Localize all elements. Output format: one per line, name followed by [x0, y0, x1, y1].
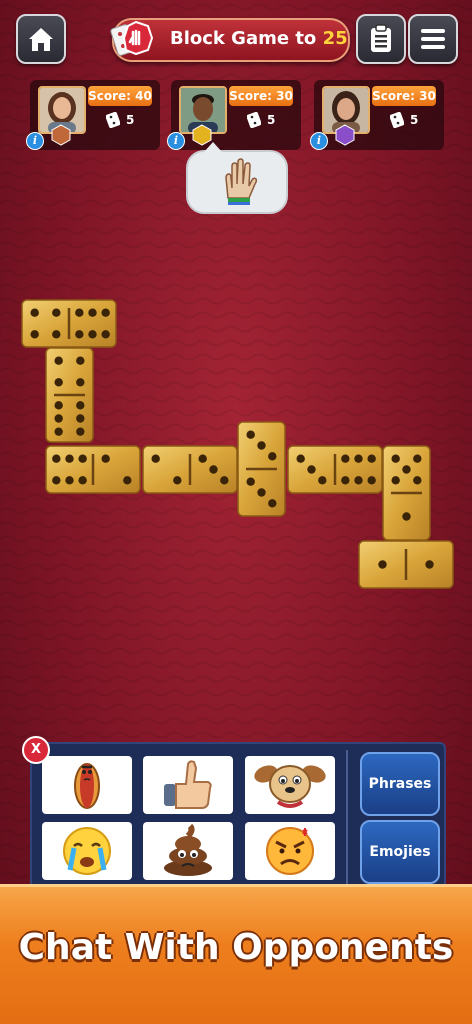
domino-pip: [88, 330, 97, 339]
domino-tile: [287, 445, 383, 494]
domino-pip: [341, 476, 350, 485]
domino-tile: [45, 445, 141, 494]
domino-pip: [413, 476, 422, 485]
domino-pip: [52, 454, 61, 463]
domino-pip: [367, 454, 376, 463]
promo-banner: Chat With Opponents: [0, 884, 472, 1024]
emojies-button[interactable]: Emojies: [360, 820, 440, 884]
domino-pip: [220, 476, 229, 485]
domino-pip: [268, 499, 277, 508]
emoji-dog[interactable]: [245, 756, 335, 814]
domino-pip: [307, 465, 316, 474]
domino-pip: [367, 476, 376, 485]
domino-pip: [76, 378, 85, 387]
domino-pip: [52, 476, 61, 485]
domino-pip: [425, 560, 434, 569]
close-chat-button[interactable]: X: [22, 736, 50, 764]
domino-pip: [391, 454, 400, 463]
domino-pip: [413, 454, 422, 463]
poop-face-icon: [164, 824, 212, 876]
domino-tile: [21, 299, 117, 348]
domino-pip: [75, 330, 84, 339]
domino-tile: [45, 347, 94, 443]
domino-pip: [257, 441, 266, 450]
domino-pip: [209, 465, 218, 474]
domino-pip: [198, 454, 207, 463]
panel-divider: [346, 750, 348, 886]
domino-pip: [76, 401, 85, 410]
domino-pip: [391, 476, 400, 485]
domino-pip: [65, 476, 74, 485]
domino-pip: [75, 308, 84, 317]
crying-dog-sticker-icon: [254, 765, 326, 808]
domino-pip: [78, 454, 87, 463]
domino-pip: [65, 454, 74, 463]
domino-pip: [88, 308, 97, 317]
emoji-thumbs-up[interactable]: [143, 756, 233, 814]
domino-tile: [358, 540, 454, 589]
domino-pip: [54, 414, 63, 423]
hotdog-sticker-icon: [74, 763, 100, 809]
domino-pip: [354, 476, 363, 485]
domino-pip: [354, 454, 363, 463]
crying-face-icon: [63, 827, 111, 875]
emoji-hotdog[interactable]: [42, 756, 132, 814]
domino-pip: [76, 356, 85, 365]
domino-pip: [246, 430, 255, 439]
domino-pip: [268, 452, 277, 461]
domino-pip: [402, 465, 411, 474]
domino-tile: [142, 445, 238, 494]
banner-text: Chat With Opponents: [18, 927, 454, 968]
domino-pip: [341, 454, 350, 463]
domino-pip: [378, 560, 387, 569]
thumbs-up-sticker-icon: [164, 760, 212, 809]
domino-pip: [318, 476, 327, 485]
emoji-angry[interactable]: [245, 822, 335, 880]
domino-pip: [123, 476, 132, 485]
domino-pip: [54, 427, 63, 436]
game-screen: Block Game to 25 i Score: 40 5 i Score: …: [0, 0, 472, 1024]
domino-pip: [101, 454, 110, 463]
domino-pip: [54, 356, 63, 365]
domino-tile: [382, 445, 431, 541]
domino-pip: [54, 378, 63, 387]
domino-pip: [30, 330, 39, 339]
domino-pip: [173, 476, 182, 485]
domino-pip: [52, 308, 61, 317]
chat-panel: Phrases Emojies: [30, 742, 446, 894]
emoji-poop[interactable]: [143, 822, 233, 880]
domino-pip: [257, 488, 266, 497]
angry-face-icon: [266, 827, 314, 875]
domino-pip: [101, 330, 110, 339]
domino-pip: [30, 308, 39, 317]
domino-pip: [296, 454, 305, 463]
domino-pip: [76, 414, 85, 423]
domino-pip: [52, 330, 61, 339]
domino-pip: [54, 401, 63, 410]
domino-pip: [246, 477, 255, 486]
phrases-button[interactable]: Phrases: [360, 752, 440, 816]
domino-pip: [78, 476, 87, 485]
domino-pip: [151, 454, 160, 463]
domino-pip: [76, 427, 85, 436]
domino-pip: [101, 308, 110, 317]
emoji-crying[interactable]: [42, 822, 132, 880]
domino-tile: [237, 421, 286, 517]
domino-pip: [402, 512, 411, 521]
